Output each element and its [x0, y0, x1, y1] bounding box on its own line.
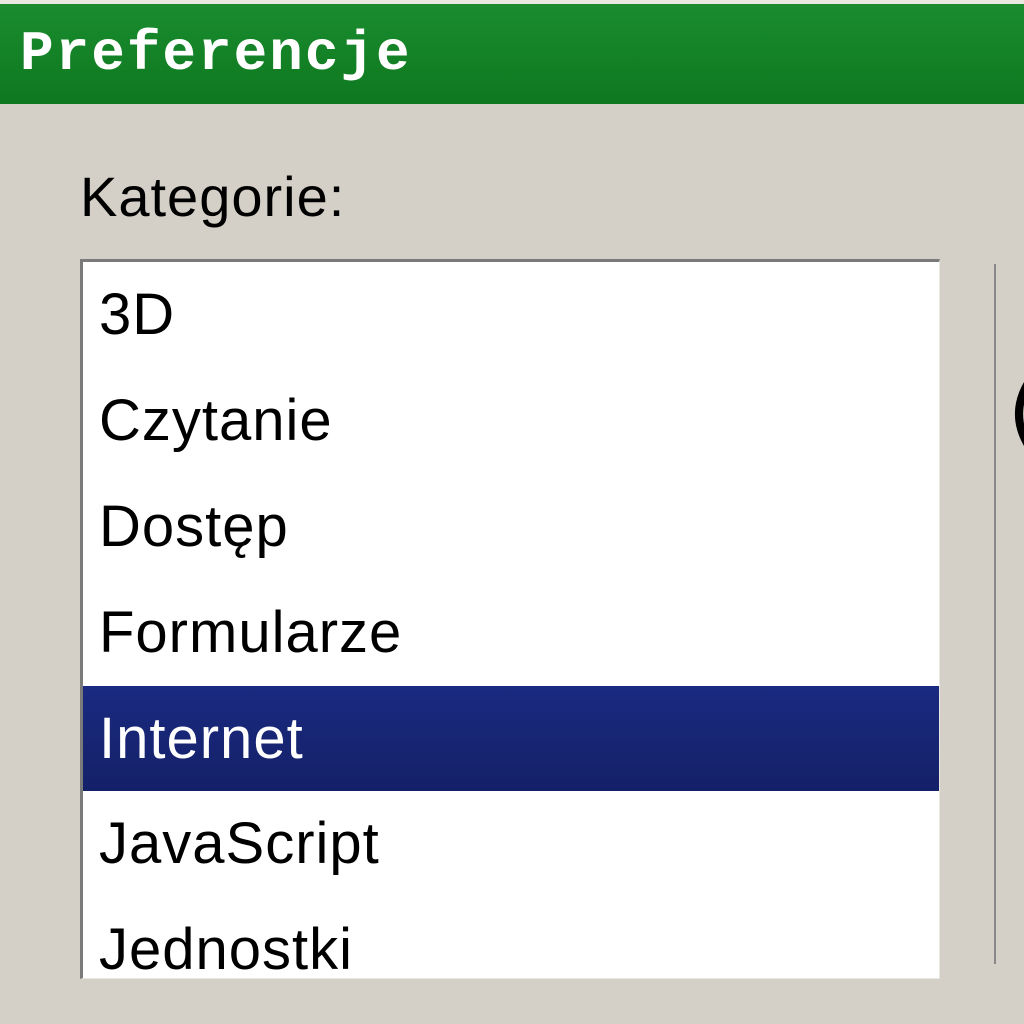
list-item-label: Dostęp	[99, 494, 289, 559]
categories-label: Kategorie:	[80, 164, 1024, 229]
list-item-dostep[interactable]: Dostęp	[83, 474, 939, 580]
list-item-jednostki[interactable]: Jednostki	[83, 897, 939, 979]
titlebar: Preferencje	[0, 4, 1024, 104]
list-item-label: Internet	[99, 706, 304, 771]
list-item-label: Jednostki	[99, 917, 353, 979]
list-item-3d[interactable]: 3D	[83, 262, 939, 368]
categories-listbox[interactable]: 3D Czytanie Dostęp Formularze Internet J…	[80, 259, 940, 979]
content-area: Kategorie: 3D Czytanie Dostęp Formularze…	[0, 104, 1024, 979]
list-item-czytanie[interactable]: Czytanie	[83, 368, 939, 474]
list-item-formularze[interactable]: Formularze	[83, 580, 939, 686]
list-item-internet[interactable]: Internet	[83, 686, 939, 792]
window-title: Preferencje	[20, 22, 412, 86]
partial-icon	[994, 354, 1024, 474]
list-item-label: Czytanie	[99, 388, 333, 453]
preferences-window: Preferencje Kategorie: 3D Czytanie Dostę…	[0, 0, 1024, 1024]
list-item-javascript[interactable]: JavaScript	[83, 791, 939, 897]
list-item-label: Formularze	[99, 600, 402, 665]
list-item-label: JavaScript	[99, 811, 380, 876]
list-item-label: 3D	[99, 282, 175, 347]
